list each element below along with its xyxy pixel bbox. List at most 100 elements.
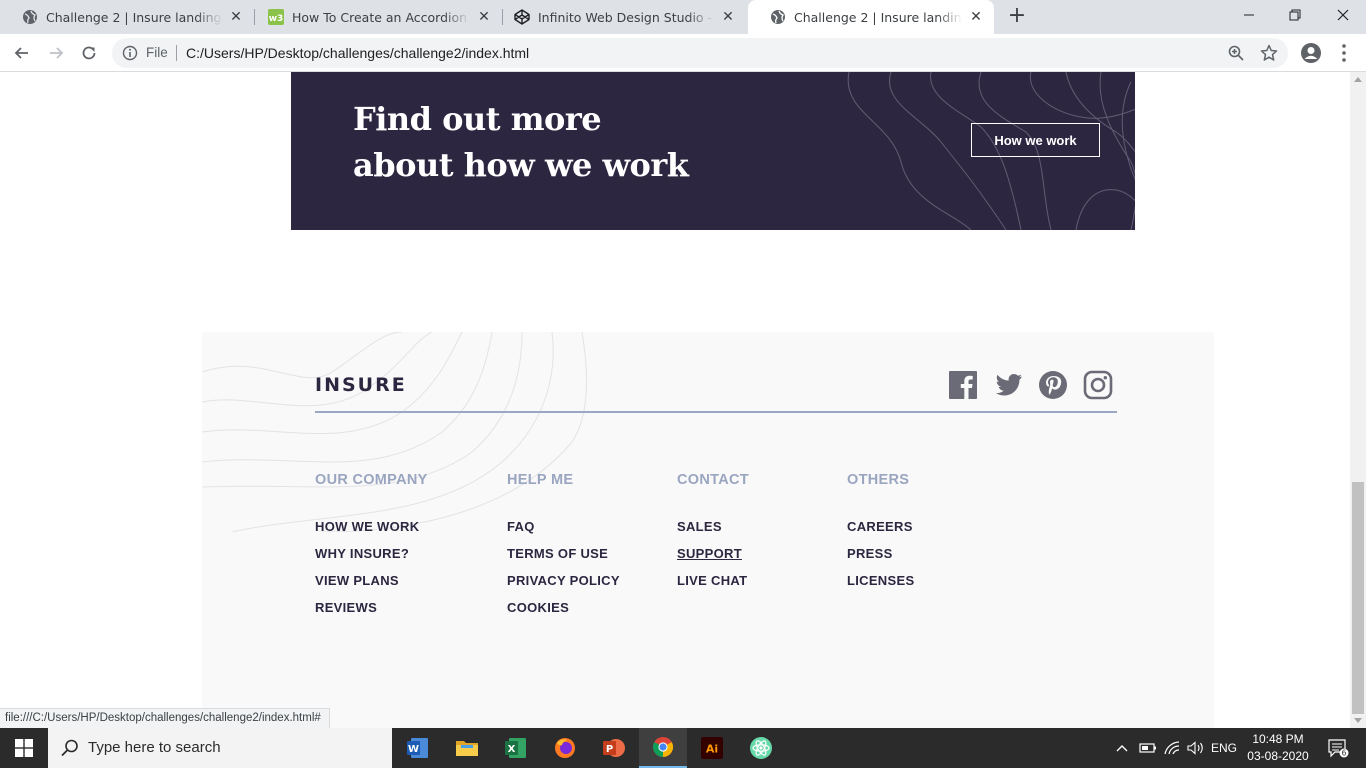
- instagram-icon[interactable]: [1083, 370, 1113, 400]
- url-text[interactable]: C:/Users/HP/Desktop/challenges/challenge…: [186, 45, 529, 61]
- facebook-icon[interactable]: [948, 370, 978, 400]
- page-scrollbar[interactable]: [1350, 72, 1366, 728]
- word-app[interactable]: W: [394, 728, 442, 768]
- pinterest-icon[interactable]: [1038, 370, 1068, 400]
- speaker-icon: [1187, 741, 1203, 755]
- illustrator-icon: Ai: [701, 737, 723, 759]
- close-tab-icon[interactable]: ✕: [228, 9, 244, 25]
- omnibox-divider: [176, 45, 177, 61]
- minimize-icon: [1244, 14, 1254, 16]
- codepen-icon: [514, 9, 530, 25]
- footer-link[interactable]: WHY INSURE?: [315, 546, 428, 573]
- scroll-up-arrow-icon[interactable]: [1354, 77, 1362, 82]
- back-arrow-icon: [14, 47, 28, 59]
- taskbar-search[interactable]: Type here to search: [48, 728, 392, 768]
- excel-app[interactable]: X: [492, 728, 540, 768]
- firefox-icon: [555, 738, 575, 758]
- close-icon: [1337, 9, 1349, 21]
- battery-status[interactable]: [1136, 728, 1160, 768]
- battery-icon: [1139, 743, 1156, 753]
- column-heading: OTHERS: [847, 472, 910, 488]
- more-menu-icon[interactable]: [1336, 42, 1352, 64]
- file-explorer-app[interactable]: [443, 728, 491, 768]
- forward-button[interactable]: [44, 41, 68, 65]
- twitter-icon[interactable]: [994, 370, 1024, 400]
- tab-title: Infinito Web Design Studio - Portfolio: [538, 9, 714, 25]
- volume-control[interactable]: [1184, 728, 1208, 768]
- wifi-icon: [1164, 741, 1180, 755]
- show-hidden-icons-button[interactable]: [1112, 728, 1132, 768]
- footer-link[interactable]: LIVE CHAT: [677, 573, 749, 600]
- system-clock[interactable]: 10:48 PM 03-08-2020: [1240, 731, 1316, 765]
- close-tab-icon[interactable]: ✕: [476, 9, 492, 25]
- close-tab-icon[interactable]: ✕: [720, 9, 736, 25]
- search-placeholder: Type here to search: [88, 739, 221, 756]
- svg-text:Ai: Ai: [706, 743, 718, 756]
- tab-title: How To Create an Accordion: [292, 9, 468, 25]
- svg-text:P: P: [606, 744, 613, 755]
- address-bar[interactable]: File C:/Users/HP/Desktop/challenges/chal…: [112, 38, 1288, 68]
- footer-link[interactable]: TERMS OF USE: [507, 546, 620, 573]
- insure-logo[interactable]: INSURE: [315, 374, 407, 396]
- close-window-button[interactable]: [1320, 0, 1366, 30]
- footer-link[interactable]: LICENSES: [847, 573, 914, 600]
- cta-heading-line2: about how we work: [353, 146, 689, 184]
- reload-button[interactable]: [77, 41, 101, 65]
- restore-icon: [1289, 9, 1301, 21]
- scroll-thumb[interactable]: [1352, 482, 1364, 714]
- svg-text:w3: w3: [269, 14, 284, 24]
- globe-icon: [770, 9, 786, 25]
- reload-icon: [82, 46, 96, 60]
- column-heading: HELP ME: [507, 472, 574, 488]
- powerpoint-app[interactable]: P: [590, 728, 638, 768]
- footer-link[interactable]: VIEW PLANS: [315, 573, 428, 600]
- footer-link[interactable]: COOKIES: [507, 600, 620, 627]
- footer-link[interactable]: CAREERS: [847, 519, 914, 546]
- chrome-icon: [652, 737, 674, 758]
- footer-link-hovered[interactable]: SUPPORT: [677, 546, 749, 573]
- tab-title: Challenge 2 | Insure landing page: [794, 9, 962, 25]
- footer-link[interactable]: REVIEWS: [315, 600, 428, 627]
- illustrator-app[interactable]: Ai: [688, 728, 736, 768]
- footer-link[interactable]: SALES: [677, 519, 749, 546]
- firefox-app[interactable]: [541, 728, 589, 768]
- svg-text:X: X: [508, 744, 516, 755]
- chrome-app[interactable]: [639, 728, 687, 768]
- action-center-button[interactable]: 6: [1318, 728, 1358, 768]
- link-status-bubble: file:///C:/Users/HP/Desktop/challenges/c…: [0, 708, 330, 728]
- footer-divider: [315, 411, 1117, 413]
- atom-app[interactable]: [737, 728, 785, 768]
- tab-title: Challenge 2 | Insure landing page: [46, 9, 222, 25]
- windows-taskbar: Type here to search W X P Ai ENG 10:48 P…: [0, 728, 1366, 768]
- back-button[interactable]: [10, 41, 34, 65]
- start-button[interactable]: [0, 728, 48, 768]
- footer-link[interactable]: PRESS: [847, 546, 914, 573]
- powerpoint-icon: P: [603, 739, 625, 757]
- notification-icon: 6: [1328, 739, 1349, 758]
- tab-insure-active[interactable]: Challenge 2 | Insure landing page ✕: [748, 0, 994, 34]
- footer-link[interactable]: FAQ: [507, 519, 620, 546]
- how-we-work-button[interactable]: How we work: [971, 123, 1100, 157]
- network-status[interactable]: [1160, 728, 1184, 768]
- tab-infinito[interactable]: Infinito Web Design Studio - Portfolio ✕: [492, 0, 746, 34]
- tab-insure-1[interactable]: Challenge 2 | Insure landing page ✕: [0, 0, 254, 34]
- profile-avatar-icon[interactable]: [1300, 42, 1322, 64]
- close-tab-icon[interactable]: ✕: [968, 9, 984, 25]
- minimize-button[interactable]: [1226, 0, 1272, 30]
- tab-strip: Challenge 2 | Insure landing page ✕ w3 H…: [0, 0, 1366, 34]
- info-icon[interactable]: [122, 45, 138, 61]
- atom-icon: [750, 737, 772, 759]
- input-language[interactable]: ENG: [1208, 728, 1240, 768]
- new-tab-button[interactable]: +: [1006, 4, 1028, 30]
- clock-time: 10:48 PM: [1252, 732, 1304, 746]
- bookmark-star-icon[interactable]: [1260, 44, 1278, 62]
- scroll-down-arrow-icon[interactable]: [1354, 718, 1362, 723]
- clock-date: 03-08-2020: [1247, 749, 1309, 763]
- footer-link[interactable]: HOW WE WORK: [315, 519, 428, 546]
- cta-heading-line1: Find out more: [353, 100, 602, 138]
- windows-logo-icon: [15, 739, 33, 757]
- tab-accordion[interactable]: w3 How To Create an Accordion ✕: [246, 0, 502, 34]
- footer-link[interactable]: PRIVACY POLICY: [507, 573, 620, 600]
- restore-button[interactable]: [1272, 0, 1318, 30]
- zoom-icon[interactable]: [1227, 44, 1245, 62]
